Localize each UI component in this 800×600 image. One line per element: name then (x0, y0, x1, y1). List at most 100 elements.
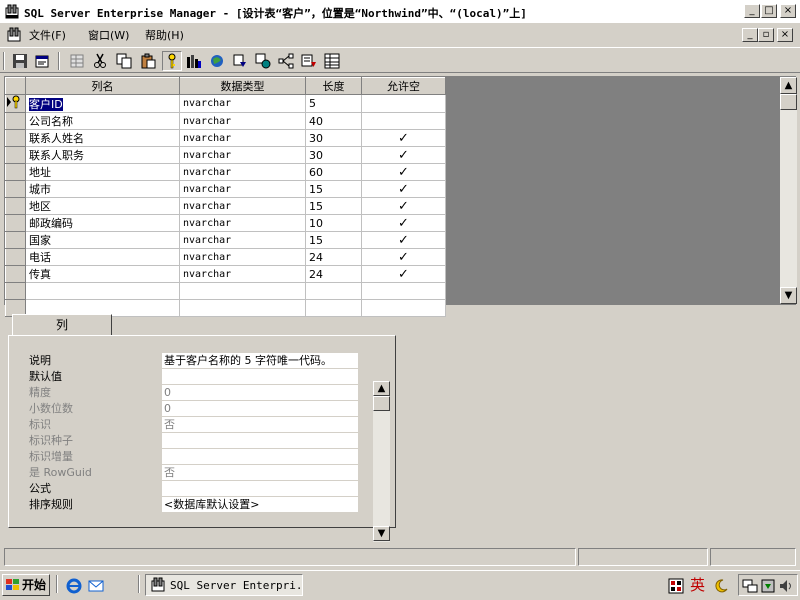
tab-columns[interactable]: 列 (12, 314, 112, 336)
child-close-button[interactable]: × (777, 28, 793, 42)
row-selector[interactable] (5, 129, 26, 147)
row-selector[interactable] (5, 112, 26, 130)
child-restore-button[interactable]: ▫ (758, 28, 774, 42)
allow-null-checkbox[interactable]: ✓ (361, 180, 446, 198)
allow-null-checkbox[interactable]: ✓ (361, 146, 446, 164)
column-name-cell[interactable]: 城市 (25, 180, 180, 198)
prop-scroll-down-button[interactable]: ▼ (373, 526, 390, 541)
table-view-icon[interactable] (322, 51, 342, 71)
column-table[interactable]: 列名 数据类型 长度 允许空 客户ID nvarchar 5 公司名称 nvarchar… (5, 77, 446, 317)
column-name-cell[interactable]: 联系人职务 (25, 146, 180, 164)
primary-key-icon[interactable] (5, 94, 26, 113)
column-grid[interactable]: 列名 数据类型 长度 允许空 客户ID nvarchar 5 公司名称 nvarchar… (4, 76, 797, 317)
ime-english-indicator[interactable]: 英 (690, 576, 708, 594)
scroll-up-button[interactable]: ▲ (780, 77, 797, 94)
dependencies-icon[interactable] (276, 51, 296, 71)
permissions-icon[interactable] (253, 51, 273, 71)
length-cell[interactable]: 10 (305, 214, 362, 232)
data-type-cell[interactable]: nvarchar (179, 146, 306, 164)
scroll-thumb[interactable] (780, 94, 797, 110)
allow-null-checkbox[interactable]: ✓ (361, 231, 446, 249)
data-type-cell[interactable]: nvarchar (179, 94, 306, 113)
empty-cell[interactable] (25, 282, 180, 300)
table-row[interactable]: 联系人职务 nvarchar 30 ✓ (5, 146, 446, 164)
minimize-button[interactable]: _ (744, 4, 760, 18)
header-allow-null[interactable]: 允许空 (361, 77, 446, 95)
table-row[interactable]: 地址 nvarchar 60 ✓ (5, 163, 446, 181)
paste-icon[interactable] (138, 51, 158, 71)
property-value-field[interactable]: 基于客户名称的 5 字符唯一代码。 (162, 353, 358, 369)
row-selector[interactable] (5, 265, 26, 283)
copy-icon[interactable] (114, 51, 134, 71)
header-column-name[interactable]: 列名 (25, 77, 180, 95)
allow-null-checkbox[interactable]: ✓ (361, 163, 446, 181)
column-name-cell[interactable]: 公司名称 (25, 112, 180, 130)
length-cell[interactable]: 5 (305, 94, 362, 113)
row-selector[interactable] (5, 180, 26, 198)
allow-null-checkbox[interactable]: ✓ (361, 129, 446, 147)
column-name-cell[interactable]: 邮政编码 (25, 214, 180, 232)
properties-scrollbar[interactable]: ▲ ▼ (373, 381, 390, 542)
volume-icon[interactable] (778, 578, 794, 594)
prop-scroll-thumb[interactable] (373, 396, 390, 411)
data-type-cell[interactable]: nvarchar (179, 214, 306, 232)
table-row[interactable]: 地区 nvarchar 15 ✓ (5, 197, 446, 215)
property-value-field[interactable] (162, 369, 358, 385)
allow-null-checkbox[interactable]: ✓ (361, 248, 446, 266)
allow-null-checkbox[interactable] (361, 94, 446, 113)
table-row[interactable]: 联系人姓名 nvarchar 30 ✓ (5, 129, 446, 147)
scroll-down-button[interactable]: ▼ (780, 287, 797, 304)
data-type-cell[interactable]: nvarchar (179, 231, 306, 249)
save-icon[interactable] (10, 51, 30, 71)
column-name-cell[interactable]: 联系人姓名 (25, 129, 180, 147)
length-cell[interactable]: 30 (305, 129, 362, 147)
manage-indexes-icon[interactable] (184, 51, 204, 71)
length-cell[interactable]: 15 (305, 180, 362, 198)
maximize-button[interactable]: □ (761, 4, 777, 18)
row-selector[interactable] (5, 282, 26, 300)
half-width-moon-icon[interactable] (713, 578, 729, 594)
allow-null-checkbox[interactable]: ✓ (361, 265, 446, 283)
network-icon[interactable] (742, 578, 758, 594)
length-cell[interactable]: 24 (305, 248, 362, 266)
column-name-cell[interactable]: 地区 (25, 197, 180, 215)
menu-help[interactable]: 帮助(H) (145, 27, 184, 43)
input-method-icon[interactable] (668, 578, 684, 594)
row-selector[interactable] (5, 231, 26, 249)
relationships-icon[interactable] (207, 51, 227, 71)
row-selector[interactable] (5, 248, 26, 266)
column-name-cell[interactable]: 国家 (25, 231, 180, 249)
close-button[interactable]: × (780, 4, 796, 18)
properties-icon[interactable] (32, 51, 52, 71)
taskbar-item-enterprise-manager[interactable]: SQL Server Enterpri... (145, 574, 303, 596)
table-row[interactable]: 客户ID nvarchar 5 (5, 94, 446, 113)
cut-icon[interactable] (90, 51, 110, 71)
table-row[interactable]: 邮政编码 nvarchar 10 ✓ (5, 214, 446, 232)
table-row[interactable]: 国家 nvarchar 15 ✓ (5, 231, 446, 249)
child-minimize-button[interactable]: _ (742, 28, 758, 42)
length-cell[interactable]: 30 (305, 146, 362, 164)
outlook-express-icon[interactable] (88, 578, 104, 594)
header-data-type[interactable]: 数据类型 (179, 77, 306, 95)
table-row[interactable]: 传真 nvarchar 24 ✓ (5, 265, 446, 283)
length-cell[interactable]: 60 (305, 163, 362, 181)
triggers-icon[interactable] (230, 51, 250, 71)
allow-null-checkbox[interactable]: ✓ (361, 214, 446, 232)
table-row[interactable]: 电话 nvarchar 24 ✓ (5, 248, 446, 266)
row-selector[interactable] (5, 197, 26, 215)
header-length[interactable]: 长度 (305, 77, 362, 95)
data-type-cell[interactable]: nvarchar (179, 197, 306, 215)
property-value-field[interactable]: <数据库默认设置> (162, 497, 358, 513)
document-icon[interactable] (6, 27, 22, 43)
data-type-cell[interactable]: nvarchar (179, 163, 306, 181)
column-name-cell[interactable]: 客户ID (25, 94, 180, 113)
empty-cell[interactable] (361, 282, 446, 300)
column-name-cell[interactable]: 电话 (25, 248, 180, 266)
allow-null-checkbox[interactable]: ✓ (361, 197, 446, 215)
generate-script-icon[interactable] (299, 51, 319, 71)
data-type-cell[interactable]: nvarchar (179, 112, 306, 130)
empty-cell[interactable] (305, 282, 362, 300)
row-selector[interactable] (5, 214, 26, 232)
internet-explorer-icon[interactable] (66, 578, 82, 594)
primary-key-icon[interactable] (162, 51, 182, 71)
